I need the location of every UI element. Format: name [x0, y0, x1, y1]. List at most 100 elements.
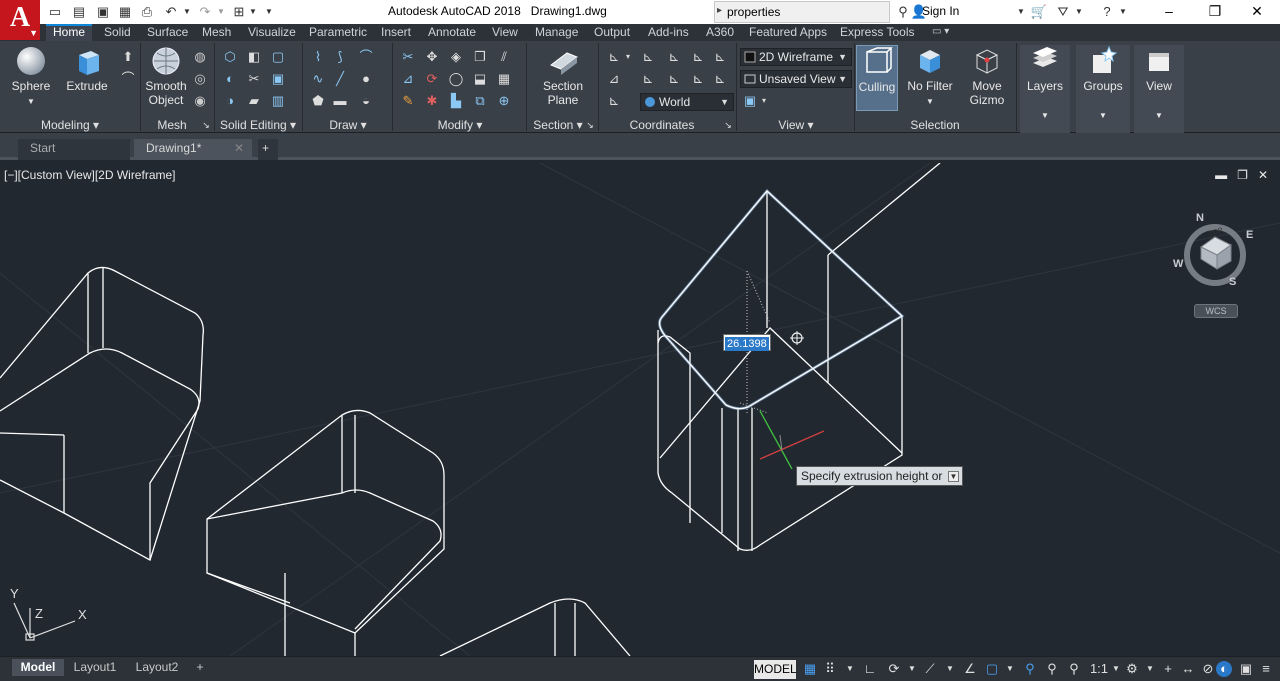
grid-icon[interactable]: ▦ — [802, 661, 818, 677]
section-plane-button[interactable]: Section Plane — [538, 45, 588, 107]
snap-dropdown-icon[interactable]: ▼ — [842, 661, 858, 677]
tab-solid[interactable]: Solid — [100, 24, 135, 41]
viewport-controls-label[interactable]: [−][Custom View][2D Wireframe] — [4, 168, 176, 182]
named-view-dropdown[interactable]: Unsaved View ▼ — [740, 70, 852, 88]
tab-annotate[interactable]: Annotate — [424, 24, 480, 41]
interfere-icon[interactable]: ◧ — [246, 49, 262, 65]
loft-icon[interactable]: ⌒ — [120, 71, 136, 87]
viewcube-south-label[interactable]: S — [1229, 276, 1236, 288]
join-icon[interactable]: ⧉ — [472, 93, 488, 109]
undo-dropdown-icon[interactable]: ▼ — [178, 3, 196, 21]
tab-featured-apps[interactable]: Featured Apps — [745, 24, 831, 41]
refine-mesh-icon[interactable]: ◉ — [192, 93, 208, 109]
restore-button[interactable]: ❐ — [1192, 0, 1238, 24]
separate-icon[interactable]: ▥ — [270, 93, 286, 109]
osnap-icon[interactable]: ▢ — [984, 661, 1000, 677]
mesh-smooth-more-icon[interactable]: ◍ — [192, 49, 208, 65]
annotation-scale-icon[interactable]: ⚲ — [1066, 661, 1082, 677]
move-gizmo-button[interactable]: Move Gizmo — [962, 45, 1012, 107]
extrude-faces-icon[interactable]: ▣ — [270, 71, 286, 87]
print-icon[interactable]: ⎙ — [138, 3, 156, 21]
union-icon[interactable]: ⬡ — [222, 49, 238, 65]
help-dropdown-icon[interactable]: ▼ — [1114, 3, 1132, 21]
mesh-panel-title[interactable]: Mesh — [148, 117, 196, 133]
viewcube-east-label[interactable]: E — [1246, 229, 1253, 241]
move-icon[interactable]: ✥ — [424, 49, 440, 65]
open-icon[interactable]: ▤ — [70, 3, 88, 21]
add-layout-button[interactable]: + — [190, 659, 210, 676]
layout-tab-layout1[interactable]: Layout1 — [68, 659, 122, 676]
snap-icon[interactable]: ⠿ — [822, 661, 838, 677]
scale-icon[interactable]: ◯ — [448, 71, 464, 87]
tab-visualize[interactable]: Visualize — [244, 24, 300, 41]
extract-edges-icon[interactable]: ▢ — [270, 49, 286, 65]
copy-icon[interactable]: ❐ — [472, 49, 488, 65]
units-icon[interactable]: ↔ — [1180, 661, 1196, 677]
viewport-config-dropdown-icon[interactable]: ▾ — [756, 93, 772, 109]
tab-view[interactable]: View — [488, 24, 522, 41]
line-icon[interactable]: ⌇ — [310, 49, 326, 65]
stretch-icon[interactable]: ⬓ — [472, 71, 488, 87]
draw-panel-title[interactable]: Draw ▾ — [306, 117, 390, 133]
viewcube-north-label[interactable]: N — [1196, 212, 1204, 224]
save-icon[interactable]: ▣ — [94, 3, 112, 21]
polyline-icon[interactable]: ⟆ — [332, 49, 348, 65]
erase-icon[interactable]: ✎ — [400, 93, 416, 109]
annotation-scale-value[interactable]: 1:1 — [1088, 661, 1110, 677]
viewport-restore-icon[interactable]: ❐ — [1237, 168, 1248, 182]
view-button[interactable]: View ▼ — [1134, 45, 1184, 133]
new-tab-button[interactable]: + — [258, 139, 278, 160]
cart-icon[interactable]: 🛒 — [1030, 3, 1048, 21]
ucs-face-icon[interactable]: ⊾ — [666, 71, 682, 87]
osnap-tracking-icon[interactable]: ∠ — [962, 661, 978, 677]
circle-icon[interactable]: ● — [358, 71, 374, 87]
hardware-acceleration-icon[interactable]: ◐ — [1216, 661, 1232, 677]
explode-icon[interactable]: ✱ — [424, 93, 440, 109]
presspull-icon[interactable]: ⬆ — [120, 49, 136, 65]
sphere-button[interactable]: Sphere ▼ — [8, 45, 54, 109]
fillet-icon[interactable]: ◈ — [448, 49, 464, 65]
ucs-object-icon[interactable]: ⊾ — [640, 71, 656, 87]
polar-dropdown-icon[interactable]: ▼ — [904, 661, 920, 677]
coordinates-panel-launcher-icon[interactable]: ↘ — [722, 117, 734, 133]
coordinates-panel-title[interactable]: Coordinates — [604, 117, 720, 133]
culling-button[interactable]: Culling — [856, 45, 898, 111]
rectangle-icon[interactable]: ▬ — [332, 93, 348, 109]
ortho-icon[interactable]: ∟ — [862, 661, 878, 677]
save-as-icon[interactable]: ▦ — [116, 3, 134, 21]
visual-style-dropdown[interactable]: 2D Wireframe ▼ — [740, 48, 852, 66]
tab-insert[interactable]: Insert — [377, 24, 415, 41]
array-icon[interactable]: ▦ — [496, 71, 512, 87]
sign-in-button[interactable]: Sign In — [922, 4, 959, 18]
ucs-x-icon[interactable]: ⊾ — [690, 49, 706, 65]
drawing-viewport[interactable]: TOP N E S W WCS Y Z X [−][Custom View][2… — [0, 163, 1280, 656]
annotation-monitor-icon[interactable]: + — [1160, 661, 1176, 677]
clean-screen-icon[interactable]: ▣ — [1238, 661, 1254, 677]
subtract-icon[interactable]: ◐ — [222, 71, 238, 87]
ucs-previous-icon[interactable]: ⊾ — [712, 71, 728, 87]
viewcube-west-label[interactable]: W — [1173, 258, 1183, 270]
customize-statusbar-icon[interactable]: ≡ — [1258, 661, 1274, 677]
workspace-gear-icon[interactable]: ⚙ — [1124, 661, 1140, 677]
sign-in-dropdown-icon[interactable]: ▼ — [1012, 3, 1030, 21]
solid-editing-panel-title[interactable]: Solid Editing ▾ — [216, 117, 300, 133]
start-tab[interactable]: Start — [18, 139, 130, 160]
modify-panel-title[interactable]: Modify ▾ — [398, 117, 522, 133]
arc-icon[interactable]: ⌒ — [358, 49, 374, 65]
dynamic-input-field[interactable]: 26.1398 — [723, 334, 771, 351]
tab-mesh[interactable]: Mesh — [198, 24, 235, 41]
isolate-objects-icon[interactable]: ⊘ — [1200, 661, 1216, 677]
ucs-dropdown-icon[interactable]: ▾ — [620, 49, 636, 65]
viewport-minimize-icon[interactable]: ▬ — [1215, 168, 1227, 182]
ucs-named-icon[interactable]: ⊾ — [640, 49, 656, 65]
mesh-panel-launcher-icon[interactable]: ↘ — [200, 117, 212, 133]
isodraft-icon[interactable]: ⟋ — [922, 661, 938, 677]
ucs-world-icon[interactable]: ⊾ — [606, 93, 622, 109]
drawing-tab[interactable]: Drawing1* ✕ — [134, 139, 252, 160]
rotate-icon[interactable]: ⟳ — [424, 71, 440, 87]
tab-add-ins[interactable]: Add-ins — [644, 24, 693, 41]
selection-panel-title[interactable]: Selection — [858, 117, 1012, 133]
hatch-icon[interactable]: ◒ — [358, 93, 374, 109]
offset-icon[interactable]: ⫽ — [496, 49, 512, 65]
layout-tab-layout2[interactable]: Layout2 — [130, 659, 184, 676]
